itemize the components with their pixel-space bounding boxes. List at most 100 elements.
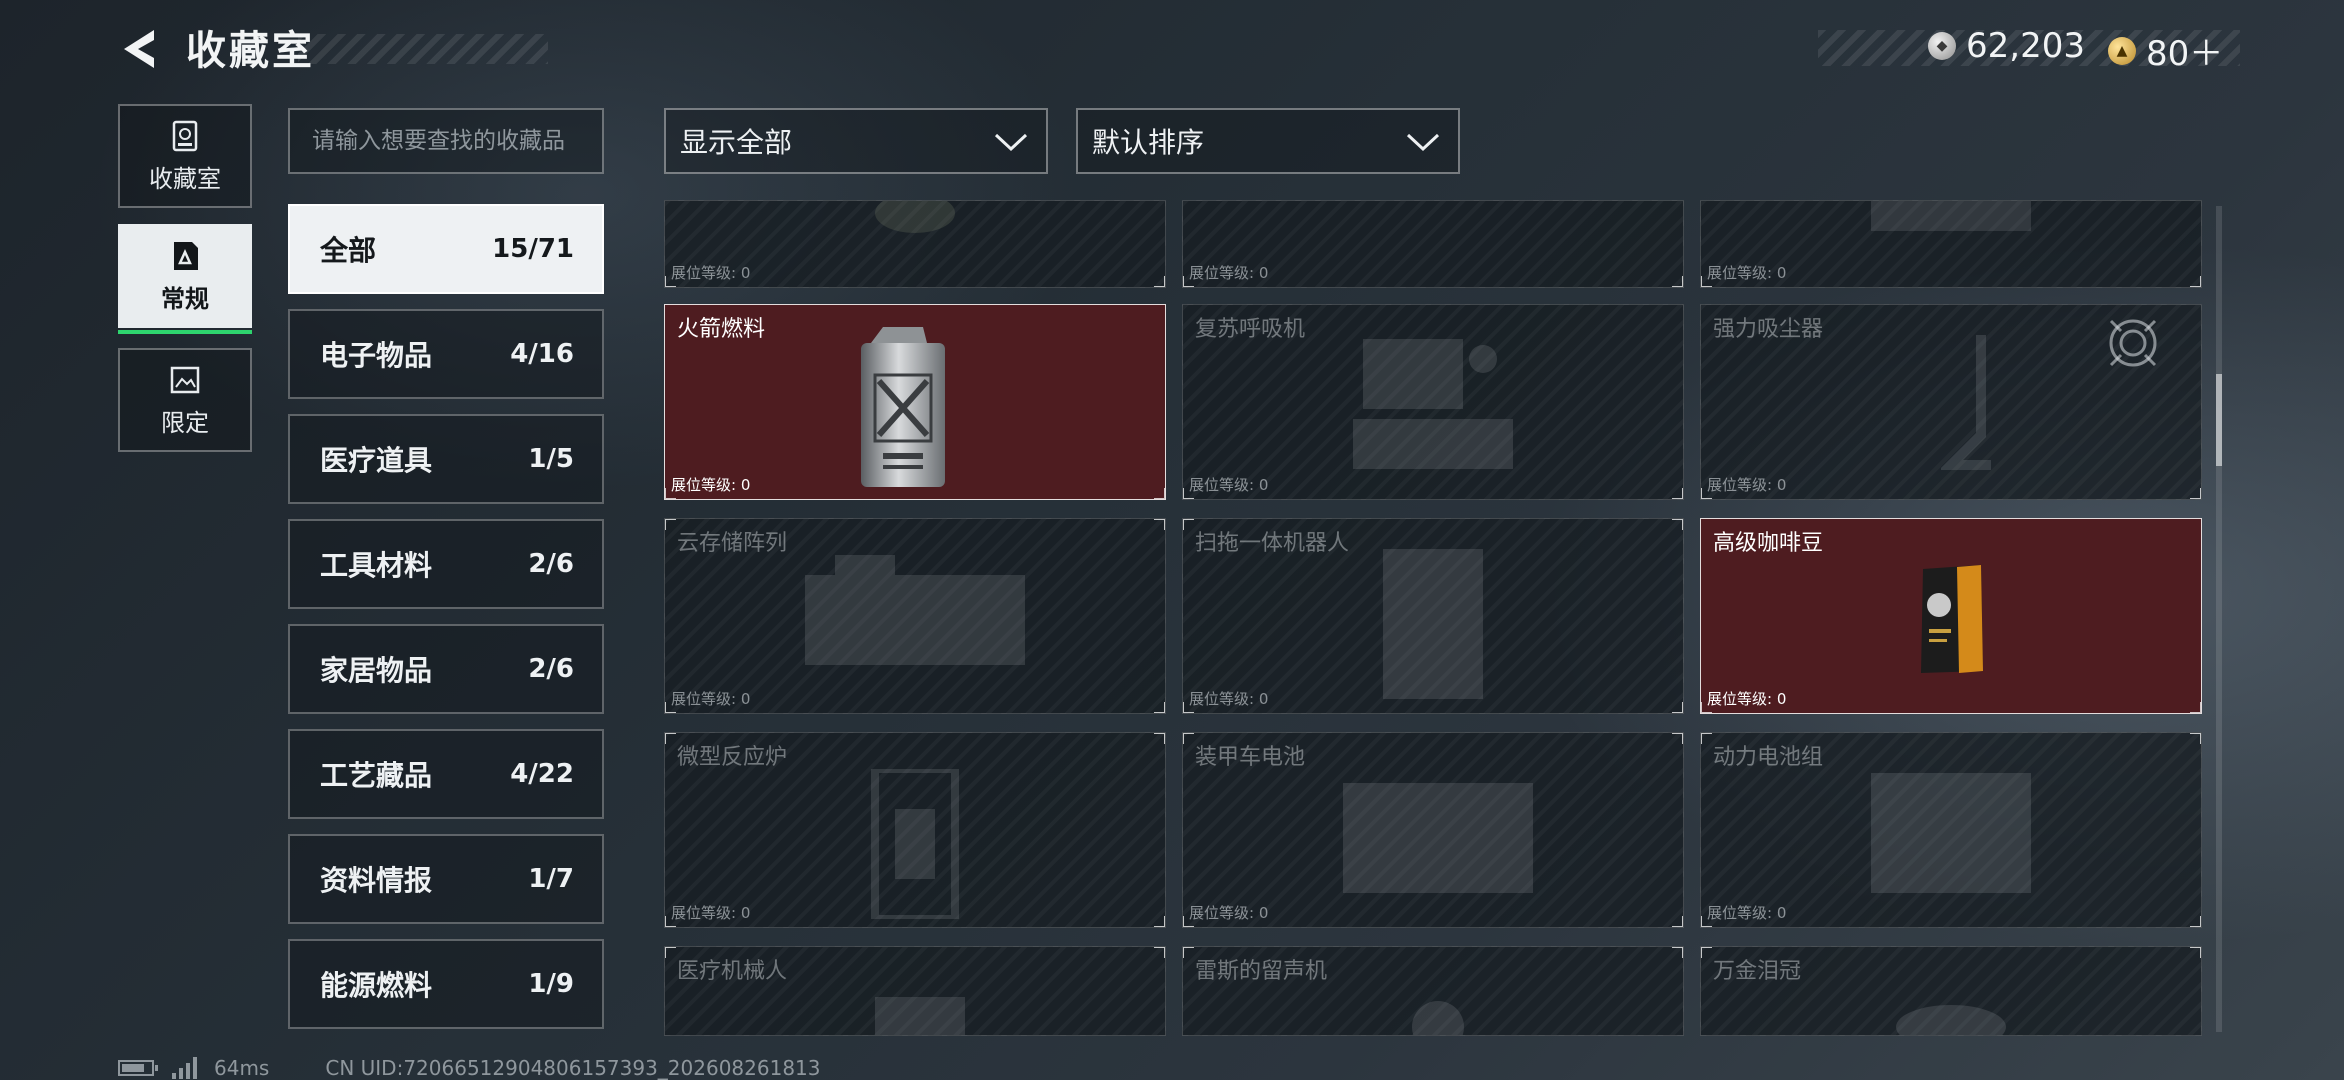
- display-filter-value: 显示全部: [680, 126, 793, 159]
- category-name: 工艺藏品: [320, 759, 433, 792]
- category-name: 资料情报: [320, 864, 433, 897]
- item-art: [1941, 335, 1991, 470]
- title-decoration: [298, 34, 548, 64]
- booth-level: 展位等级: 0: [1707, 690, 1787, 708]
- booth-level: 展位等级: 0: [1707, 904, 1787, 922]
- side-tab-label: 收藏室: [149, 164, 221, 193]
- category-name: 工具材料: [320, 549, 433, 582]
- collection-card[interactable]: 装甲车电池 展位等级: 0: [1182, 732, 1684, 928]
- side-tab-limited[interactable]: 限定: [118, 348, 252, 452]
- vault-icon: [172, 120, 198, 151]
- item-art: [875, 997, 965, 1035]
- search-input[interactable]: [288, 108, 604, 174]
- chevron-down-icon: [1406, 133, 1440, 152]
- grid-scrollbar-track[interactable]: [2216, 206, 2222, 1032]
- item-name: 医疗机械人: [677, 959, 788, 984]
- ping-value: 64ms: [214, 1056, 270, 1080]
- side-tab-vault[interactable]: 收藏室: [118, 104, 252, 208]
- collection-card[interactable]: 高级咖啡豆 展位等级: 0: [1700, 518, 2202, 714]
- category-electronics[interactable]: 电子物品 4/16: [288, 309, 604, 399]
- category-count: 15/71: [492, 234, 574, 264]
- collection-card[interactable]: 云存储阵列 展位等级: 0: [664, 518, 1166, 714]
- category-count: 1/9: [528, 969, 574, 999]
- item-art: [1412, 1001, 1464, 1035]
- item-art: [1343, 783, 1533, 893]
- item-art: [875, 201, 955, 233]
- collection-card[interactable]: 万金泪冠: [1700, 946, 2202, 1036]
- category-name: 全部: [320, 234, 377, 267]
- collection-card[interactable]: 强力吸尘器 展位等级: 0: [1700, 304, 2202, 500]
- booth-level: 展位等级: 0: [671, 690, 751, 708]
- item-name: 复苏呼吸机: [1195, 317, 1306, 342]
- category-count: 2/6: [528, 549, 574, 579]
- category-crafts[interactable]: 工艺藏品 4/22: [288, 729, 604, 819]
- side-tab-label: 常规: [161, 284, 209, 313]
- category-name: 医疗道具: [320, 444, 433, 477]
- sort-dropdown[interactable]: 默认排序: [1076, 108, 1460, 174]
- booth-level: 展位等级: 0: [1189, 476, 1269, 494]
- sort-value: 默认排序: [1092, 126, 1205, 159]
- collection-card[interactable]: 扫拖一体机器人 展位等级: 0: [1182, 518, 1684, 714]
- category-energy[interactable]: 能源燃料 1/9: [288, 939, 604, 1029]
- collection-card[interactable]: 医疗机械人: [664, 946, 1166, 1036]
- coffee-bag-icon: [1921, 565, 1983, 673]
- category-name: 能源燃料: [320, 969, 433, 1002]
- item-name: 微型反应炉: [677, 745, 788, 770]
- battery-icon: [118, 1060, 158, 1076]
- booth-level: 展位等级: 0: [1189, 264, 1269, 282]
- uid-text: CN UID:7206651290480615​7393_20260826181…: [325, 1056, 821, 1080]
- collection-card[interactable]: 微型反应炉 展位等级: 0: [664, 732, 1166, 928]
- target-icon: [2109, 319, 2157, 367]
- category-name: 电子物品: [320, 339, 433, 372]
- category-count: 4/16: [510, 339, 574, 369]
- category-household[interactable]: 家居物品 2/6: [288, 624, 604, 714]
- item-name: 动力电池组: [1713, 745, 1824, 770]
- grid-scrollbar-thumb[interactable]: [2216, 374, 2222, 466]
- status-footer: 64ms CN UID:7206651290480615​7393_202608…: [118, 1056, 821, 1080]
- item-name: 火箭燃料: [677, 317, 766, 342]
- gold-coin-icon: ▲: [2108, 36, 2136, 65]
- silver-currency[interactable]: ◆ 62,203: [1928, 26, 2085, 66]
- item-name: 云存储阵列: [677, 531, 788, 556]
- category-count: 1/5: [528, 444, 574, 474]
- item-name: 雷斯的留声机: [1195, 959, 1328, 984]
- category-medical[interactable]: 医疗道具 1/5: [288, 414, 604, 504]
- item-art: [1896, 1005, 2006, 1035]
- signal-icon: [172, 1057, 200, 1079]
- silver-currency-value: 62,203: [1966, 26, 2085, 66]
- booth-level: 展位等级: 0: [671, 476, 751, 494]
- collection-card[interactable]: 火箭燃料 展位等级: 0: [664, 304, 1166, 500]
- collection-grid: 展位等级: 0 展位等级: 0 展位等级: 0 火箭燃料 展位等级: 0 复苏呼…: [664, 200, 2204, 1036]
- item-art: [1871, 773, 2031, 893]
- silver-coin-icon: ◆: [1928, 32, 1956, 60]
- back-arrow-icon[interactable]: [118, 26, 160, 72]
- category-intel[interactable]: 资料情报 1/7: [288, 834, 604, 924]
- picture-icon: [170, 366, 200, 393]
- booth-level: 展位等级: 0: [671, 264, 751, 282]
- collection-card[interactable]: 复苏呼吸机 展位等级: 0: [1182, 304, 1684, 500]
- item-art: [1871, 201, 2031, 231]
- display-filter-dropdown[interactable]: 显示全部: [664, 108, 1048, 174]
- document-icon: [174, 241, 198, 270]
- booth-level: 展位等级: 0: [1707, 264, 1787, 282]
- chevron-down-icon: [994, 133, 1028, 152]
- item-name: 扫拖一体机器人: [1195, 531, 1350, 556]
- category-tools[interactable]: 工具材料 2/6: [288, 519, 604, 609]
- collection-card[interactable]: 展位等级: 0: [1182, 200, 1684, 288]
- booth-level: 展位等级: 0: [1707, 476, 1787, 494]
- item-art: [1383, 549, 1483, 699]
- gold-currency[interactable]: ▲ 80＋: [2108, 26, 2223, 75]
- category-count: 1/7: [528, 864, 574, 894]
- item-name: 装甲车电池: [1195, 745, 1306, 770]
- booth-level: 展位等级: 0: [1189, 904, 1269, 922]
- collection-card[interactable]: 展位等级: 0: [664, 200, 1166, 288]
- category-count: 2/6: [528, 654, 574, 684]
- item-name: 强力吸尘器: [1713, 317, 1824, 342]
- collection-card[interactable]: 雷斯的留声机: [1182, 946, 1684, 1036]
- item-art: [1353, 339, 1513, 469]
- item-name: 万金泪冠: [1713, 959, 1802, 984]
- collection-card[interactable]: 动力电池组 展位等级: 0: [1700, 732, 2202, 928]
- side-tab-regular[interactable]: 常规: [118, 224, 252, 334]
- collection-card[interactable]: 展位等级: 0: [1700, 200, 2202, 288]
- category-all[interactable]: 全部 15/71: [288, 204, 604, 294]
